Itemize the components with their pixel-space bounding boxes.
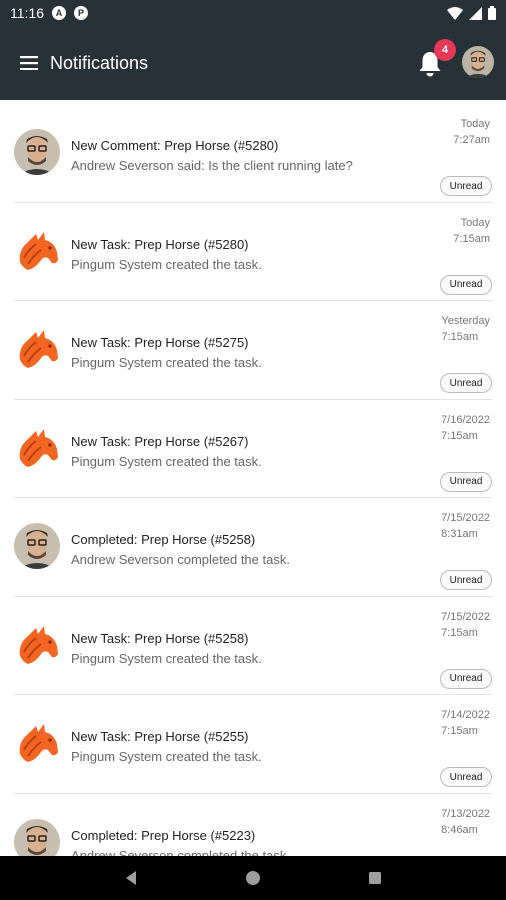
notification-list[interactable]: New Comment: Prep Horse (#5280) Andrew Se… <box>0 104 506 856</box>
recents-square-icon[interactable] <box>355 858 395 898</box>
home-circle-icon[interactable] <box>233 858 273 898</box>
list-item[interactable]: Completed: Prep Horse (#5258) Andrew Seve… <box>14 498 492 597</box>
avatar <box>14 523 60 569</box>
horse-logo-icon <box>14 326 60 372</box>
system-nav-bar <box>0 856 506 900</box>
unread-status-button[interactable]: Unread <box>440 176 492 196</box>
notification-body: Pingum System created the task. <box>71 749 262 764</box>
notification-timestamp: 7/15/2022 7:15am <box>441 609 490 641</box>
notification-title: New Task: Prep Horse (#5255) <box>71 729 249 744</box>
status-time: 11:16 <box>10 5 44 21</box>
status-app-icon-2: P <box>74 6 88 20</box>
avatar <box>14 129 60 175</box>
notification-title: New Comment: Prep Horse (#5280) <box>71 138 279 153</box>
notification-time: 7:15am <box>441 725 478 737</box>
battery-icon <box>488 6 496 20</box>
notifications-bell-button[interactable]: 4 <box>410 39 456 86</box>
notification-time: 7:27am <box>453 134 490 146</box>
unread-status-button[interactable]: Unread <box>440 373 492 393</box>
notification-body: Pingum System created the task. <box>71 355 262 370</box>
notification-time: 8:31am <box>441 528 478 540</box>
page-title: Notifications <box>50 52 149 73</box>
cell-signal-icon <box>469 6 482 20</box>
wifi-icon <box>447 6 463 20</box>
notification-timestamp: Today 7:15am <box>453 215 490 247</box>
notification-title: Completed: Prep Horse (#5223) <box>71 827 256 843</box>
back-triangle-icon[interactable] <box>111 858 151 898</box>
notification-date: 7/15/2022 <box>441 512 490 524</box>
app-bar: Notifications 4 <box>0 26 506 100</box>
horse-logo-icon <box>14 425 60 471</box>
list-item[interactable]: New Task: Prep Horse (#5275) Pingum Syste… <box>14 301 492 400</box>
unread-status-button[interactable]: Unread <box>440 668 492 689</box>
notification-time: 7:15am <box>453 232 490 245</box>
notification-timestamp: 7/13/2022 8:46am <box>441 806 490 838</box>
unread-status-button[interactable]: Unread <box>440 471 492 492</box>
list-item[interactable]: New Comment: Prep Horse (#5280) Andrew Se… <box>14 104 492 203</box>
status-app-icon-1: A <box>52 6 66 20</box>
notification-title: Completed: Prep Horse (#5258) <box>71 532 256 547</box>
notification-timestamp: 7/15/2022 8:31am <box>441 510 490 542</box>
notification-count-badge: 4 <box>434 39 456 61</box>
unread-status-button[interactable]: Unread <box>440 570 492 590</box>
horse-logo-icon <box>14 622 60 668</box>
notification-body: Pingum System created the task. <box>71 650 262 666</box>
unread-status-button[interactable]: Unread <box>440 767 492 787</box>
notification-timestamp: 7/16/2022 7:15am <box>441 412 490 444</box>
notification-title: New Task: Prep Horse (#5280) <box>71 236 249 252</box>
notification-time: 8:46am <box>441 823 478 836</box>
user-avatar[interactable] <box>462 46 494 78</box>
notification-date: Yesterday <box>441 315 490 327</box>
notification-time: 7:15am <box>441 626 478 639</box>
notification-date: 7/16/2022 <box>441 413 490 426</box>
notification-body: Pingum System created the task. <box>71 453 262 469</box>
avatar <box>14 818 60 856</box>
notification-timestamp: Yesterday 7:15am <box>441 313 490 345</box>
list-item[interactable]: New Task: Prep Horse (#5258) Pingum Syste… <box>14 597 492 695</box>
list-item[interactable]: New Task: Prep Horse (#5267) Pingum Syste… <box>14 400 492 498</box>
notification-title: New Task: Prep Horse (#5258) <box>71 630 249 646</box>
notification-time: 7:15am <box>441 331 479 343</box>
horse-logo-icon <box>14 720 60 766</box>
notification-body: Andrew Severson completed the task. <box>71 847 290 857</box>
status-bar: 11:16 A P <box>0 0 506 26</box>
notification-date: Today <box>460 118 490 130</box>
notification-date: 7/13/2022 <box>441 807 490 820</box>
list-item[interactable]: New Task: Prep Horse (#5255) Pingum Syste… <box>14 695 492 794</box>
list-item[interactable]: Completed: Prep Horse (#5223) Andrew Seve… <box>14 794 492 857</box>
notification-body: Andrew Severson said: Is the client runn… <box>71 158 353 173</box>
list-item[interactable]: New Task: Prep Horse (#5280) Pingum Syste… <box>14 203 492 301</box>
notification-title: New Task: Prep Horse (#5267) <box>71 433 249 449</box>
unread-status-button[interactable]: Unread <box>440 274 492 295</box>
notification-timestamp: 7/14/2022 7:15am <box>441 707 490 739</box>
notification-timestamp: Today 7:27am <box>453 116 490 148</box>
notification-time: 7:15am <box>441 429 478 442</box>
horse-logo-icon <box>14 228 60 274</box>
notification-date: 7/15/2022 <box>441 610 490 623</box>
notification-body: Andrew Severson completed the task. <box>71 552 290 567</box>
notification-date: Today <box>460 216 490 229</box>
notification-date: 7/14/2022 <box>441 709 490 721</box>
notification-body: Pingum System created the task. <box>71 256 262 272</box>
notification-title: New Task: Prep Horse (#5275) <box>71 335 249 350</box>
hamburger-menu-icon[interactable] <box>4 38 54 88</box>
